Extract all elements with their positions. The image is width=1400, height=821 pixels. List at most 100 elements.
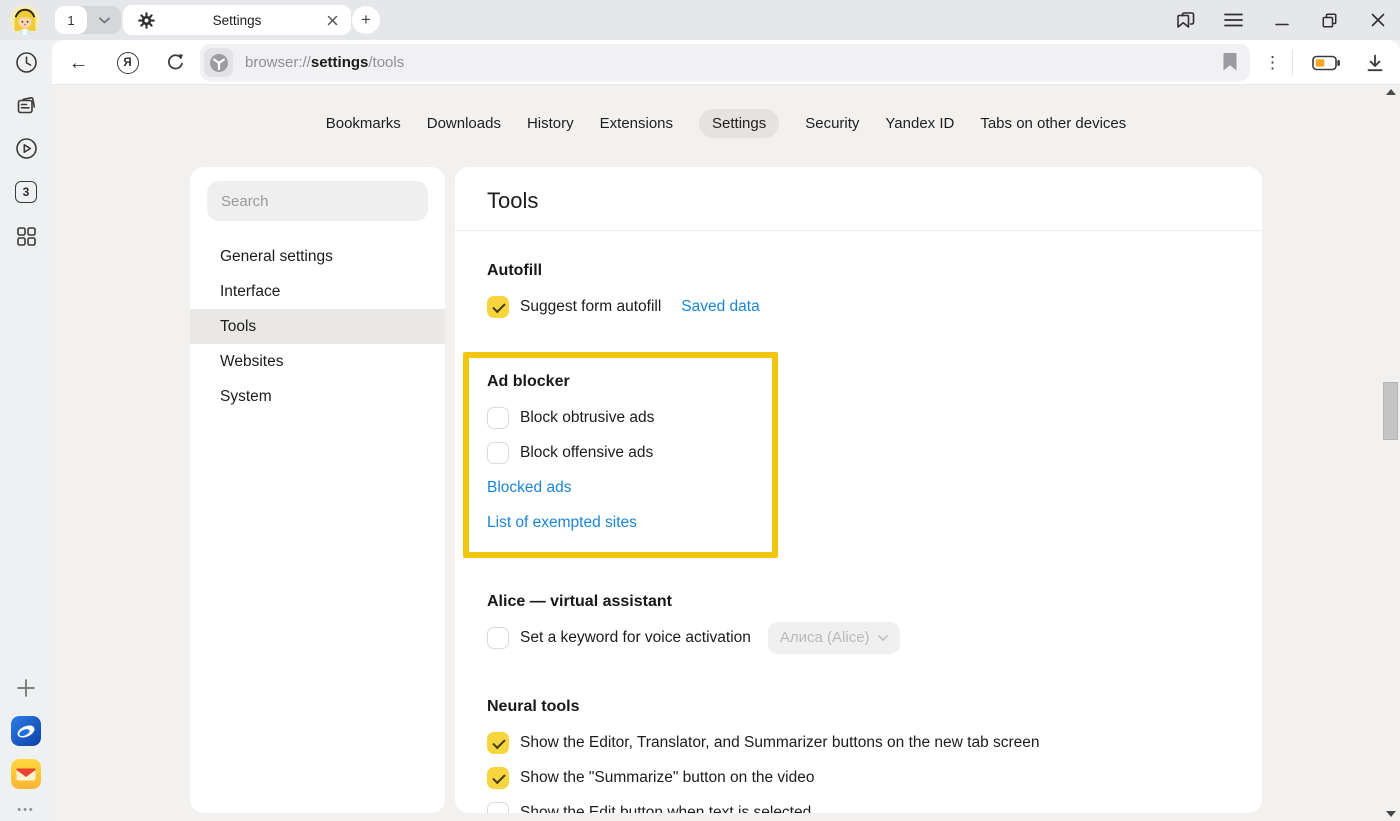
rail-tab-count: 3 (15, 181, 37, 203)
settings-nav-tabs: Bookmarks Downloads History Extensions S… (52, 109, 1400, 138)
editor-translator-summarizer-label: Show the Editor, Translator, and Summari… (520, 734, 1040, 752)
nav-tab-settings[interactable]: Settings (699, 109, 779, 138)
sidebar-item-websites[interactable]: Websites (190, 344, 445, 379)
settings-content-card: Tools Autofill Suggest form autofill Sav… (455, 167, 1262, 813)
downloads-icon[interactable] (1362, 50, 1387, 75)
alice-keyword-row: Set a keyword for voice activation Алиса… (487, 620, 1230, 655)
scroll-down-arrow[interactable] (1386, 811, 1396, 817)
nav-tab-downloads[interactable]: Downloads (427, 109, 501, 138)
blocked-ads-link[interactable]: Blocked ads (487, 479, 571, 497)
page-title: Tools (487, 167, 1230, 214)
blocked-ads-row: Blocked ads (487, 470, 754, 505)
nav-tab-other-devices[interactable]: Tabs on other devices (980, 109, 1126, 138)
tab-group-chevron-icon[interactable] (87, 17, 121, 24)
exempted-sites-row: List of exempted sites (487, 505, 754, 540)
url-path: /tools (368, 54, 404, 71)
protect-shield-icon[interactable] (204, 48, 233, 77)
restore-icon[interactable] (1319, 10, 1340, 31)
menu-hamburger-icon[interactable] (1223, 10, 1244, 31)
edit-button-checkbox[interactable] (487, 802, 509, 814)
block-obtrusive-ads-label: Block obtrusive ads (520, 409, 654, 427)
reload-icon[interactable] (163, 50, 188, 75)
toolbar-divider (1292, 50, 1293, 75)
window-controls (1175, 0, 1388, 40)
side-rail: 3 (0, 40, 52, 821)
apps-grid-icon[interactable] (0, 219, 52, 253)
feed-pages-icon[interactable] (0, 88, 52, 122)
new-tab-button[interactable]: + (352, 6, 380, 34)
section-autofill: Autofill Suggest form autofill Saved dat… (487, 261, 1230, 324)
mail-app-icon[interactable] (0, 757, 52, 791)
autofill-row: Suggest form autofill Saved data (487, 289, 1230, 324)
nav-tab-bookmarks[interactable]: Bookmarks (326, 109, 401, 138)
block-obtrusive-ads-checkbox[interactable] (487, 407, 509, 429)
nav-tab-yandex-id[interactable]: Yandex ID (885, 109, 954, 138)
url-scheme: browser:// (245, 54, 311, 71)
sidebar-item-tools[interactable]: Tools (190, 309, 445, 344)
neural-row-summarize-video: Show the "Summarize" button on the video (487, 760, 1230, 795)
close-icon[interactable] (1367, 10, 1388, 31)
keyword-dropdown-value: Алиса (Alice) (780, 629, 870, 646)
section-alice: Alice — virtual assistant Set a keyword … (487, 592, 1230, 655)
summarize-video-checkbox[interactable] (487, 767, 509, 789)
active-tab-title: Settings (123, 13, 351, 28)
keyword-dropdown[interactable]: Алиса (Alice) (768, 622, 900, 654)
tab-bar: 1 Settings (0, 0, 1400, 40)
yandex-home-icon[interactable]: Я (115, 50, 140, 75)
sidebar-item-interface[interactable]: Interface (190, 274, 445, 309)
browser-app-icon[interactable] (0, 714, 52, 748)
minimize-icon[interactable] (1271, 10, 1292, 31)
alice-heading: Alice — virtual assistant (487, 592, 1230, 612)
section-neural-tools: Neural tools Show the Editor, Translator… (487, 697, 1230, 813)
saved-data-link[interactable]: Saved data (681, 298, 759, 316)
tab-close-icon[interactable] (323, 11, 341, 29)
add-panel-icon[interactable] (0, 671, 52, 705)
title-divider (455, 230, 1262, 231)
section-ad-blocker-highlighted: Ad blocker Block obtrusive ads Block off… (463, 352, 778, 558)
exempted-sites-link[interactable]: List of exempted sites (487, 514, 637, 532)
battery-icon[interactable] (1310, 50, 1342, 75)
autofill-heading: Autofill (487, 261, 1230, 281)
alice-avatar-icon (10, 5, 40, 35)
block-offensive-row: Block offensive ads (487, 435, 754, 470)
neural-tools-heading: Neural tools (487, 697, 1230, 717)
tab-group-count[interactable]: 1 (55, 6, 87, 34)
history-clock-icon[interactable] (0, 45, 52, 79)
suggest-form-autofill-label: Suggest form autofill (520, 298, 661, 316)
scrollbar-thumb[interactable] (1383, 382, 1398, 440)
editor-translator-summarizer-checkbox[interactable] (487, 732, 509, 754)
nav-tab-extensions[interactable]: Extensions (600, 109, 673, 138)
video-play-icon[interactable] (0, 131, 52, 165)
summarize-video-label: Show the "Summarize" button on the video (520, 769, 814, 787)
toolbar: ← Я browser://settings/tools ⋮ (52, 40, 1400, 85)
settings-sidebar-card: General settings Interface Tools Website… (190, 167, 445, 813)
settings-page: Bookmarks Downloads History Extensions S… (52, 85, 1400, 821)
tab-group[interactable]: 1 (55, 6, 121, 34)
nav-tab-history[interactable]: History (527, 109, 574, 138)
active-tab[interactable]: Settings (123, 5, 351, 35)
bookmark-flag-icon[interactable] (1222, 52, 1238, 72)
search-input[interactable] (207, 193, 428, 210)
scroll-up-arrow[interactable] (1386, 89, 1396, 95)
browser-menu-dots-icon[interactable]: ⋮ (1260, 50, 1285, 75)
profile-avatar[interactable] (10, 5, 40, 35)
tabs-count-button[interactable]: 3 (0, 175, 52, 209)
neural-row-newtab-buttons: Show the Editor, Translator, and Summari… (487, 725, 1230, 760)
neural-row-edit-button: Show the Edit button when text is select… (487, 795, 1230, 813)
voice-activation-checkbox[interactable] (487, 627, 509, 649)
chevron-down-icon (878, 635, 888, 641)
suggest-form-autofill-checkbox[interactable] (487, 296, 509, 318)
block-offensive-ads-checkbox[interactable] (487, 442, 509, 464)
panels-icon[interactable] (1175, 10, 1196, 31)
settings-sections-list: General settings Interface Tools Website… (190, 239, 445, 414)
plus-icon: + (361, 10, 371, 30)
settings-search[interactable] (207, 181, 428, 221)
ad-blocker-heading: Ad blocker (487, 372, 754, 392)
block-offensive-ads-label: Block offensive ads (520, 444, 653, 462)
nav-tab-security[interactable]: Security (805, 109, 859, 138)
sidebar-item-general-settings[interactable]: General settings (190, 239, 445, 274)
back-icon[interactable]: ← (66, 50, 91, 75)
sidebar-item-system[interactable]: System (190, 379, 445, 414)
rail-more-icon[interactable]: ••• (0, 793, 52, 821)
address-bar[interactable]: browser://settings/tools (200, 44, 1250, 81)
